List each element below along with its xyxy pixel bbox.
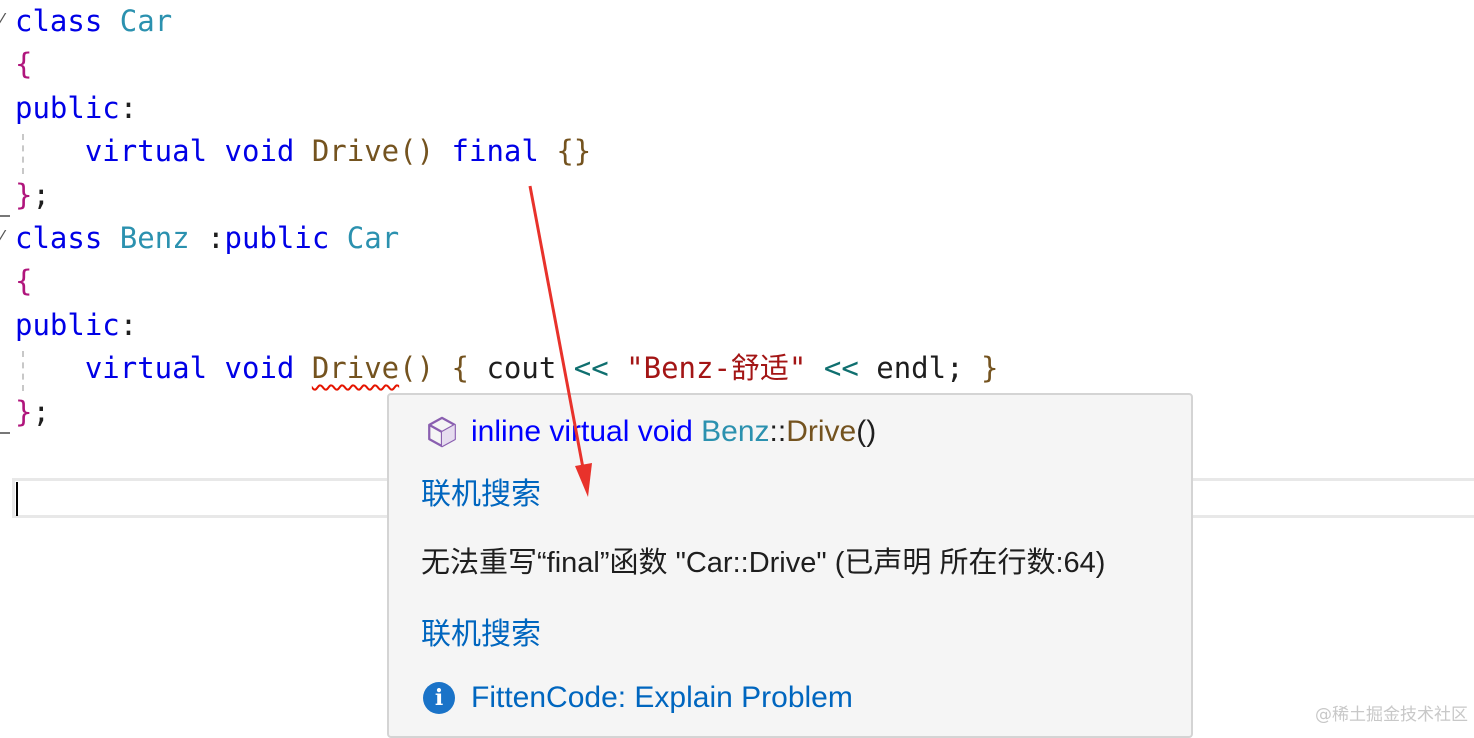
code-token: << (823, 351, 859, 386)
code-token: : (119, 307, 138, 342)
quick-info-tooltip: inline virtual void Benz :: Drive () 联机搜… (387, 393, 1193, 738)
code-token: : (189, 220, 225, 255)
code-token: cout (469, 351, 574, 386)
code-token: ; (32, 177, 50, 212)
code-token: public (224, 220, 330, 255)
code-line[interactable]: virtual void Drive() { cout << "Benz-舒适"… (15, 347, 999, 390)
code-token: Car (346, 220, 400, 255)
code-token: endl; (858, 351, 981, 386)
code-token: final (451, 134, 539, 169)
code-token: { (15, 47, 33, 82)
code-token: Car (119, 4, 173, 38)
code-token: } (15, 177, 33, 212)
code-line[interactable]: virtual void Drive() final {} (15, 130, 998, 173)
code-token: Benz (119, 220, 190, 255)
collapse-icon[interactable]: ⁄ (0, 10, 3, 31)
signature-sep: :: (769, 415, 787, 448)
code-token: void (224, 351, 295, 386)
code-line[interactable]: public: (15, 87, 998, 130)
code-token: { (15, 264, 33, 299)
code-token: class (15, 220, 103, 255)
fittencode-explain-button[interactable]: i FittenCode: Explain Problem (423, 681, 853, 715)
code-token: } (15, 394, 33, 429)
collapse-icon[interactable]: ⁄ (0, 227, 3, 248)
code-token: class (15, 4, 103, 38)
code-line[interactable]: public: (15, 304, 998, 347)
code-token: "Benz-舒适" (626, 351, 807, 386)
code-token: void (224, 134, 295, 169)
online-search-link[interactable]: 联机搜索 (421, 609, 541, 653)
online-search-link[interactable]: 联机搜索 (421, 469, 541, 513)
code-token: () (399, 134, 435, 169)
fold-end-marker (0, 432, 10, 434)
symbol-signature: inline virtual void Benz :: Drive () (425, 415, 876, 449)
code-line[interactable]: { (15, 260, 998, 303)
error-message: 无法重写“final”函数 "Car::Drive" (已声明 所在行数:64) (421, 547, 1106, 579)
code-token: public (15, 307, 120, 342)
code-token: } (981, 351, 999, 386)
signature-parens: () (856, 415, 877, 448)
info-icon: i (423, 682, 455, 714)
watermark: @稀土掘金技术社区 (1315, 705, 1468, 725)
code-line[interactable]: class Car (15, 0, 998, 43)
code-token: << (573, 351, 609, 386)
fittencode-explain-label: FittenCode: Explain Problem (471, 681, 853, 714)
code-token: : (119, 90, 138, 125)
code-token: public (15, 90, 120, 125)
signature-class: Benz (701, 415, 770, 448)
code-line[interactable]: }; (15, 174, 998, 217)
code-token: virtual (84, 134, 208, 169)
code-line[interactable]: { (15, 43, 998, 86)
signature-prefix: inline virtual void (471, 415, 702, 448)
code-token: () (399, 351, 435, 386)
fold-end-marker (0, 215, 10, 217)
code-token: Drive (311, 134, 400, 169)
code-token: ; (32, 394, 50, 429)
cube-icon (428, 416, 456, 448)
code-token: { (451, 351, 470, 386)
code-line[interactable]: class Benz :public Car (15, 217, 998, 260)
text-caret (16, 482, 18, 516)
code-editor[interactable]: class Car{public: virtual void Drive() f… (15, 0, 998, 434)
code-token: {} (556, 134, 592, 169)
signature-method: Drive (786, 415, 857, 448)
code-token: Drive (311, 351, 400, 386)
code-token: virtual (84, 351, 208, 386)
